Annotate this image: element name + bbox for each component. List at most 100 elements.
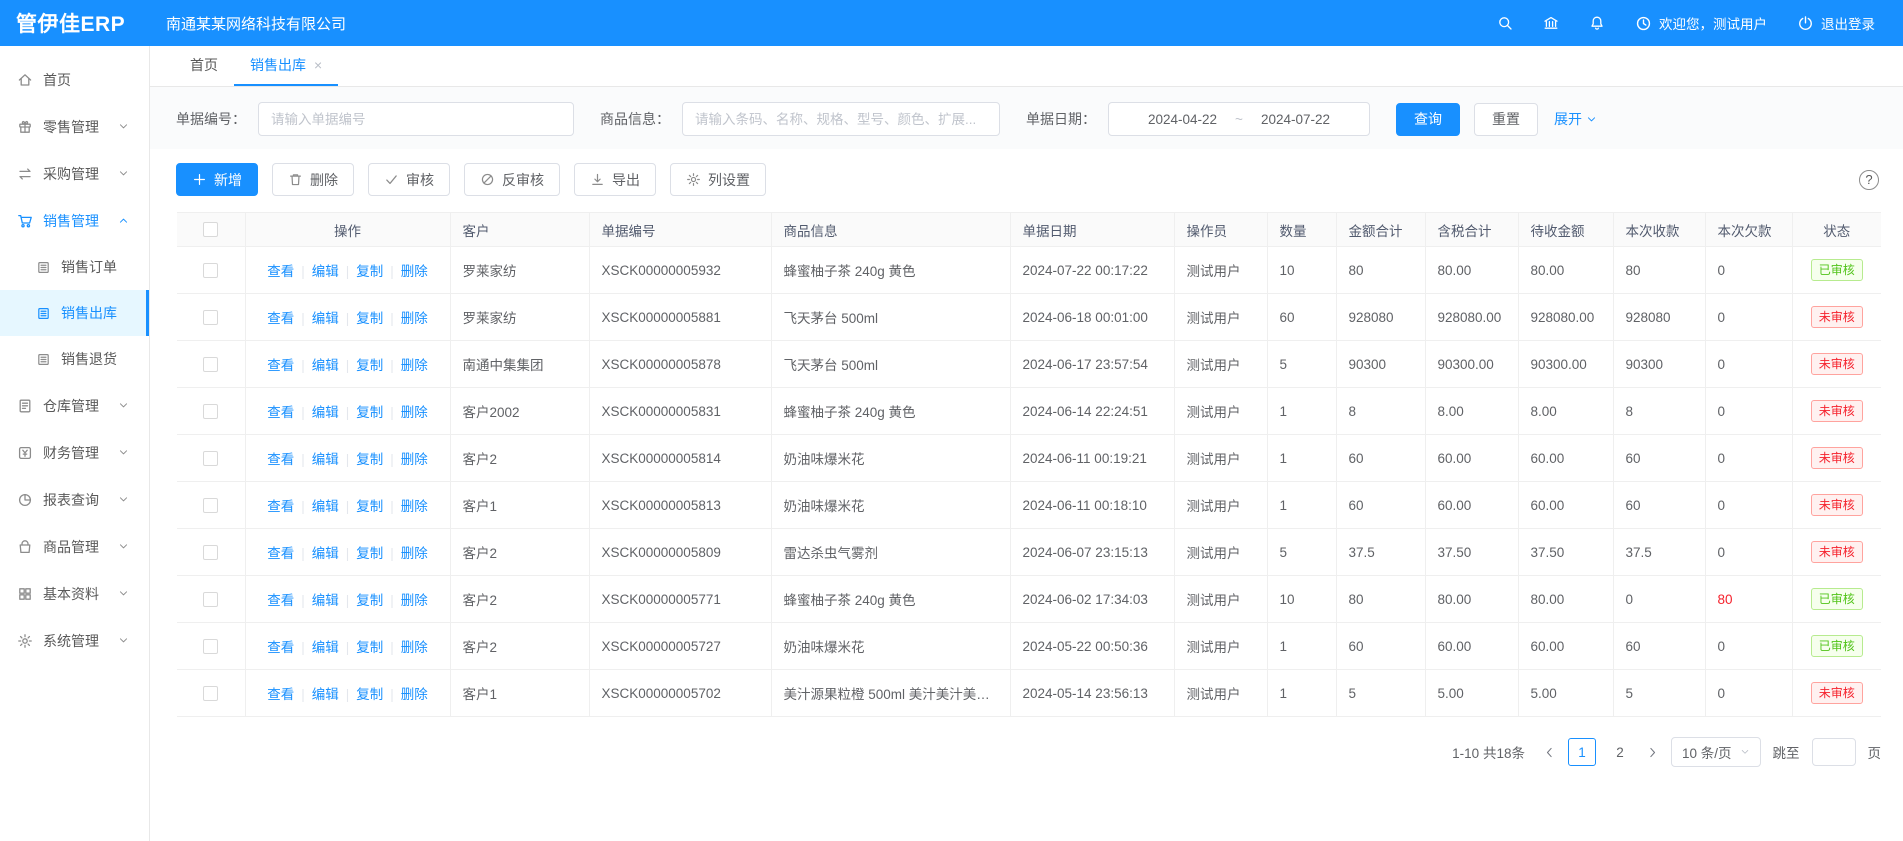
row-checkbox[interactable] <box>203 451 218 466</box>
date-range-picker[interactable]: 2024-04-22 ~ 2024-07-22 <box>1108 102 1370 136</box>
doc-no-input[interactable] <box>258 102 574 136</box>
action-link-edit[interactable]: 编辑 <box>312 452 339 467</box>
action-link-view[interactable]: 查看 <box>267 264 294 279</box>
action-link-delete[interactable]: 删除 <box>401 264 428 279</box>
search-button[interactable]: 查询 <box>1396 103 1460 136</box>
action-link-delete[interactable]: 删除 <box>401 452 428 467</box>
row-checkbox[interactable] <box>203 686 218 701</box>
sidebar-item-home[interactable]: 首页 <box>0 56 149 103</box>
row-checkbox[interactable] <box>203 592 218 607</box>
action-link-delete[interactable]: 删除 <box>401 640 428 655</box>
sidebar-item-warehouse[interactable]: 仓库管理 <box>0 382 149 429</box>
column-header: 含税合计 <box>1425 213 1518 247</box>
action-link-delete[interactable]: 删除 <box>401 311 428 326</box>
check-button[interactable]: 审核 <box>368 163 450 196</box>
action-link-edit[interactable]: 编辑 <box>312 546 339 561</box>
sidebar-item-purchase[interactable]: 采购管理 <box>0 150 149 197</box>
sidebar-item-finance[interactable]: 财务管理 <box>0 429 149 476</box>
action-link-copy[interactable]: 复制 <box>356 687 383 702</box>
action-link-delete[interactable]: 删除 <box>401 687 428 702</box>
row-checkbox[interactable] <box>203 545 218 560</box>
cell-product: 蜂蜜柚子茶 240g 黄色 <box>771 388 1010 435</box>
action-link-copy[interactable]: 复制 <box>356 311 383 326</box>
action-link-copy[interactable]: 复制 <box>356 546 383 561</box>
action-link-delete[interactable]: 删除 <box>401 405 428 420</box>
row-checkbox[interactable] <box>203 310 218 325</box>
action-link-view[interactable]: 查看 <box>267 640 294 655</box>
bank-icon[interactable] <box>1543 15 1559 31</box>
export-button[interactable]: 导出 <box>574 163 656 196</box>
prev-page-button[interactable] <box>1543 746 1556 759</box>
sidebar-item-product[interactable]: 商品管理 <box>0 523 149 570</box>
action-link-edit[interactable]: 编辑 <box>312 640 339 655</box>
cell-product: 蜂蜜柚子茶 240g 黄色 <box>771 576 1010 623</box>
tab-销售出库[interactable]: 销售出库× <box>234 46 338 86</box>
action-link-view[interactable]: 查看 <box>267 546 294 561</box>
search-icon[interactable] <box>1497 15 1513 31</box>
sidebar-item-basic[interactable]: 基本资料 <box>0 570 149 617</box>
page-button-2[interactable]: 2 <box>1606 738 1634 766</box>
action-link-view[interactable]: 查看 <box>267 452 294 467</box>
action-link-view[interactable]: 查看 <box>267 687 294 702</box>
help-icon[interactable]: ? <box>1859 170 1879 190</box>
logout-button[interactable]: 退出登录 <box>1797 13 1875 33</box>
bell-icon[interactable] <box>1589 15 1605 31</box>
next-page-button[interactable] <box>1646 746 1659 759</box>
tab-close-icon[interactable]: × <box>314 58 322 72</box>
sidebar-subitem-销售订单[interactable]: 销售订单 <box>0 244 149 290</box>
action-link-copy[interactable]: 复制 <box>356 452 383 467</box>
ban-button[interactable]: 反审核 <box>464 163 560 196</box>
action-link-edit[interactable]: 编辑 <box>312 264 339 279</box>
sidebar-subitem-销售退货[interactable]: 销售退货 <box>0 336 149 382</box>
action-link-view[interactable]: 查看 <box>267 499 294 514</box>
action-link-delete[interactable]: 删除 <box>401 593 428 608</box>
row-checkbox[interactable] <box>203 639 218 654</box>
button-label: 审核 <box>406 170 434 190</box>
action-link-edit[interactable]: 编辑 <box>312 311 339 326</box>
cell-date: 2024-07-22 00:17:22 <box>1010 247 1174 294</box>
jump-page-input[interactable] <box>1812 738 1856 766</box>
action-link-view[interactable]: 查看 <box>267 358 294 373</box>
row-checkbox[interactable] <box>203 498 218 513</box>
reset-button[interactable]: 重置 <box>1474 103 1538 136</box>
action-link-edit[interactable]: 编辑 <box>312 358 339 373</box>
product-info-input[interactable] <box>682 102 1000 136</box>
action-link-delete[interactable]: 删除 <box>401 358 428 373</box>
welcome-user[interactable]: 欢迎您，测试用户 <box>1635 13 1767 33</box>
plus-button[interactable]: 新增 <box>176 163 258 196</box>
page-button-1[interactable]: 1 <box>1568 738 1596 766</box>
select-all-checkbox[interactable] <box>203 222 218 237</box>
sidebar-item-retail[interactable]: 零售管理 <box>0 103 149 150</box>
action-link-copy[interactable]: 复制 <box>356 264 383 279</box>
action-link-view[interactable]: 查看 <box>267 311 294 326</box>
date-from[interactable]: 2024-04-22 <box>1148 112 1217 127</box>
action-link-view[interactable]: 查看 <box>267 593 294 608</box>
action-link-edit[interactable]: 编辑 <box>312 499 339 514</box>
action-link-copy[interactable]: 复制 <box>356 499 383 514</box>
sidebar-item-sales[interactable]: 销售管理 <box>0 197 149 244</box>
sidebar-item-report[interactable]: 报表查询 <box>0 476 149 523</box>
action-link-copy[interactable]: 复制 <box>356 358 383 373</box>
row-checkbox[interactable] <box>203 263 218 278</box>
action-link-edit[interactable]: 编辑 <box>312 405 339 420</box>
action-link-edit[interactable]: 编辑 <box>312 687 339 702</box>
action-link-copy[interactable]: 复制 <box>356 405 383 420</box>
cell-tax-total: 8.00 <box>1425 388 1518 435</box>
action-link-copy[interactable]: 复制 <box>356 640 383 655</box>
row-checkbox[interactable] <box>203 404 218 419</box>
sidebar-item-system[interactable]: 系统管理 <box>0 617 149 664</box>
action-link-view[interactable]: 查看 <box>267 405 294 420</box>
trash-button[interactable]: 删除 <box>272 163 354 196</box>
button-label: 导出 <box>612 170 640 190</box>
date-to[interactable]: 2024-07-22 <box>1261 112 1330 127</box>
tab-首页[interactable]: 首页 <box>174 46 234 86</box>
action-link-delete[interactable]: 删除 <box>401 546 428 561</box>
action-link-copy[interactable]: 复制 <box>356 593 383 608</box>
action-link-delete[interactable]: 删除 <box>401 499 428 514</box>
row-checkbox[interactable] <box>203 357 218 372</box>
settings-button[interactable]: 列设置 <box>670 163 766 196</box>
expand-link[interactable]: 展开 <box>1554 109 1597 129</box>
action-link-edit[interactable]: 编辑 <box>312 593 339 608</box>
page-size-select[interactable]: 10 条/页 <box>1671 737 1761 767</box>
sidebar-subitem-销售出库[interactable]: 销售出库 <box>0 290 149 336</box>
